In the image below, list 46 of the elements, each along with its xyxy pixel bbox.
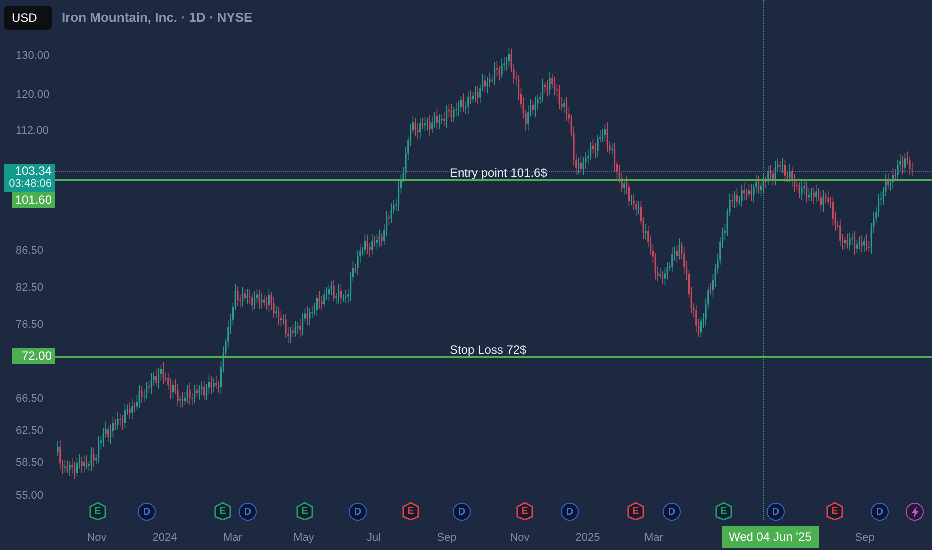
price-tag: 101.60 <box>12 192 55 208</box>
dividend-marker[interactable]: D <box>349 503 367 521</box>
dividend-marker[interactable]: D <box>138 503 156 521</box>
time-axis-label: Sep <box>855 531 875 546</box>
dividend-marker[interactable]: D <box>239 503 257 521</box>
earnings-marker[interactable]: E <box>516 502 534 521</box>
time-axis-label: Sep <box>437 531 457 546</box>
price-axis-label: 62.50 <box>16 424 44 439</box>
dividend-marker[interactable]: D <box>871 503 889 521</box>
currency-button[interactable]: USD <box>4 6 52 30</box>
price-value: 103.34 <box>15 165 52 178</box>
chart-title: Iron Mountain, Inc. · 1D · NYSE <box>62 9 253 28</box>
crosshair-date-label: Wed 04 Jun '25 <box>722 526 819 548</box>
price-axis-label: 66.50 <box>16 392 44 407</box>
time-axis-label: 2025 <box>576 531 600 546</box>
line-label: Entry point 101.6$ <box>450 165 548 182</box>
price-axis-label: 130.00 <box>16 49 50 64</box>
earnings-marker[interactable]: E <box>826 502 844 521</box>
earnings-marker[interactable]: E <box>402 502 420 521</box>
dividend-marker[interactable]: D <box>453 503 471 521</box>
price-axis-label: 58.50 <box>16 456 44 471</box>
earnings-marker[interactable]: E <box>715 502 733 521</box>
time-axis-label: 2024 <box>152 531 178 546</box>
time-axis-label: Mar <box>224 531 242 546</box>
dividend-marker[interactable]: D <box>767 503 785 521</box>
line-label: Stop Loss 72$ <box>450 342 527 359</box>
time-axis-label: May <box>294 531 314 546</box>
dividend-marker[interactable]: D <box>561 503 579 521</box>
time-axis-label: Jul <box>366 531 382 546</box>
time-axis-label: Mar <box>644 531 664 546</box>
earnings-marker[interactable]: E <box>627 502 645 521</box>
lightning-icon[interactable] <box>906 503 924 521</box>
earnings-marker[interactable]: E <box>214 502 232 521</box>
price-axis-label: 86.50 <box>16 244 44 259</box>
earnings-marker[interactable]: E <box>89 502 107 521</box>
price-axis-label: 112.00 <box>16 124 49 139</box>
price-axis-label: 55.00 <box>16 489 44 504</box>
time-axis-label: Nov <box>510 531 530 546</box>
price-axis-label: 76.50 <box>16 318 44 333</box>
countdown-timer: 03:48:06 <box>9 178 52 191</box>
price-axis-label: 120.00 <box>16 88 50 103</box>
price-axis-label: 82.50 <box>16 281 44 296</box>
time-axis-label: Nov <box>87 531 107 546</box>
price-tag: 72.00 <box>12 348 55 364</box>
earnings-marker[interactable]: E <box>296 502 314 521</box>
dividend-marker[interactable]: D <box>663 503 681 521</box>
